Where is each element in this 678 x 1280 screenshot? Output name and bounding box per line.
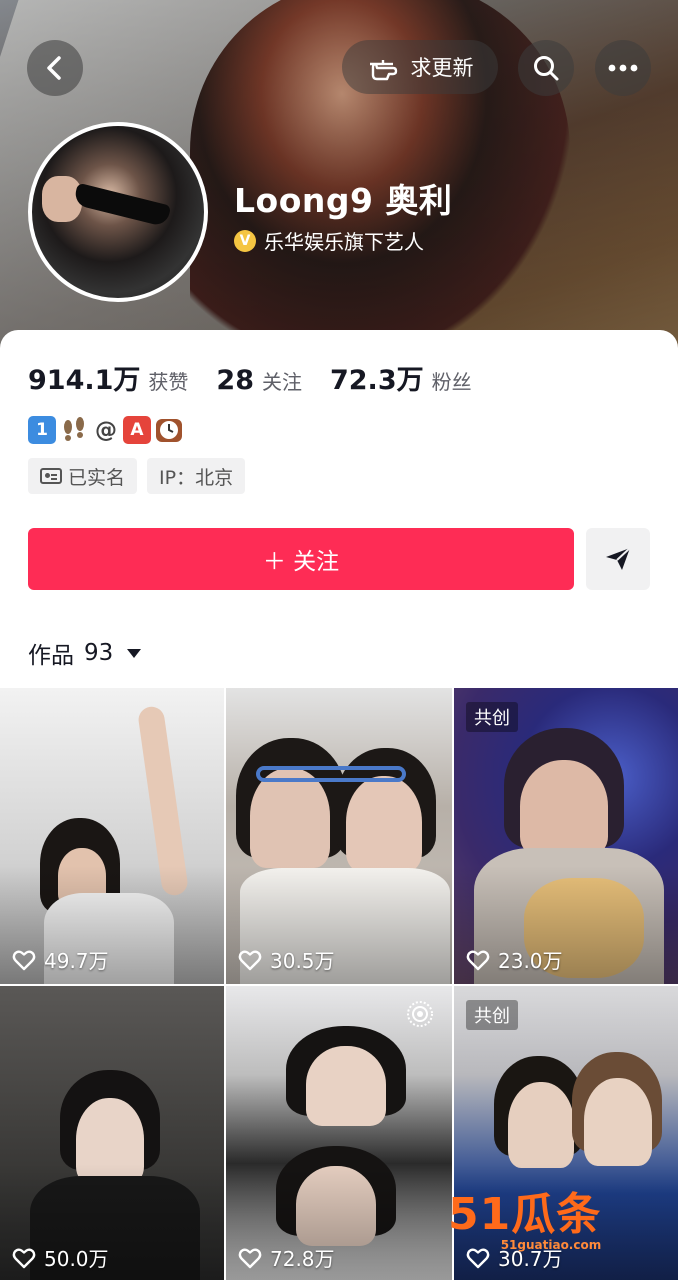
video-likes: 49.7万 xyxy=(12,945,109,974)
footprints-icon xyxy=(64,417,84,441)
letter-a-icon: A xyxy=(123,416,151,444)
nickname: Loong9 奥利 xyxy=(234,181,453,220)
stat-label: 获赞 xyxy=(148,370,189,394)
video-tile[interactable]: 50.0万 xyxy=(0,986,224,1280)
clock-icon xyxy=(156,419,182,442)
profile-card: 914.1万 获赞 28 关注 72.3万 粉丝 1 @ A 已实名 IP：北京… xyxy=(0,330,678,1280)
ip-location-label: IP：北京 xyxy=(159,466,234,489)
chevron-left-icon xyxy=(47,56,61,80)
stat-label: 关注 xyxy=(261,370,302,394)
watermark-url: 51guatiao.com xyxy=(500,1238,602,1252)
video-tile[interactable]: 30.5万 xyxy=(226,688,452,984)
works-tab[interactable]: 作品 93 xyxy=(28,636,142,670)
more-dots-icon xyxy=(608,64,638,72)
video-likes: 50.0万 xyxy=(12,1243,109,1272)
bio: 1 @ A xyxy=(28,414,184,446)
heart-icon xyxy=(12,950,36,970)
verified-badge-icon: V xyxy=(234,229,256,252)
more-button[interactable] xyxy=(595,40,651,96)
stat-number: 914.1万 xyxy=(28,365,141,396)
stat-following[interactable]: 28 关注 xyxy=(216,365,302,396)
stat-number: 28 xyxy=(216,365,254,396)
heart-icon xyxy=(466,950,490,970)
search-icon xyxy=(534,56,559,81)
stats-row: 914.1万 获赞 28 关注 72.3万 粉丝 xyxy=(28,358,472,397)
real-name-tag: 已实名 xyxy=(28,458,138,494)
message-button[interactable] xyxy=(586,528,650,590)
watermark-logo: 51瓜条 51guatiao.com xyxy=(448,1178,601,1252)
verification-text: 乐华娱乐旗下艺人 xyxy=(264,230,424,254)
ip-location-tag: IP：北京 xyxy=(147,458,246,494)
request-update-label: 求更新 xyxy=(410,56,474,80)
request-update-button[interactable]: 求更新 xyxy=(342,40,498,94)
at-sign: @ xyxy=(95,417,117,443)
verification: V 乐华娱乐旗下艺人 xyxy=(234,226,424,255)
heart-icon xyxy=(12,1248,36,1268)
profile-tags: 已实名 IP：北京 xyxy=(28,458,246,494)
heart-icon xyxy=(238,950,262,970)
pointing-hand-icon xyxy=(369,60,397,81)
video-tile[interactable]: 共创 23.0万 xyxy=(454,688,678,984)
likes-count: 50.0万 xyxy=(44,1247,109,1271)
likes-count: 49.7万 xyxy=(44,949,109,973)
stat-label: 粉丝 xyxy=(431,370,472,394)
video-tile[interactable]: 49.7万 xyxy=(0,688,224,984)
likes-count: 23.0万 xyxy=(498,949,563,973)
works-count: 93 xyxy=(84,640,114,666)
video-likes: 30.5万 xyxy=(238,945,335,974)
caret-down-icon xyxy=(127,648,142,658)
stat-number: 72.3万 xyxy=(329,365,424,396)
stat-likes: 914.1万 获赞 xyxy=(28,358,188,397)
id-card-icon xyxy=(40,468,62,484)
search-button[interactable] xyxy=(518,40,574,96)
send-icon xyxy=(606,547,631,570)
keycap-one-icon: 1 xyxy=(28,416,56,444)
heart-icon xyxy=(238,1248,262,1268)
stat-followers[interactable]: 72.3万 粉丝 xyxy=(330,358,472,397)
video-likes: 72.8万 xyxy=(238,1243,335,1272)
works-label: 作品 xyxy=(28,643,74,669)
likes-count: 30.5万 xyxy=(270,949,335,973)
real-name-label: 已实名 xyxy=(68,466,126,489)
likes-count: 72.8万 xyxy=(270,1247,335,1271)
back-button[interactable] xyxy=(27,40,83,96)
video-tile[interactable]: 72.8万 xyxy=(226,986,452,1280)
avatar[interactable] xyxy=(28,122,208,302)
video-likes: 23.0万 xyxy=(466,945,563,974)
follow-button[interactable]: ＋ 关注 xyxy=(28,528,574,590)
watermark-text: 51瓜条 xyxy=(448,1189,602,1240)
